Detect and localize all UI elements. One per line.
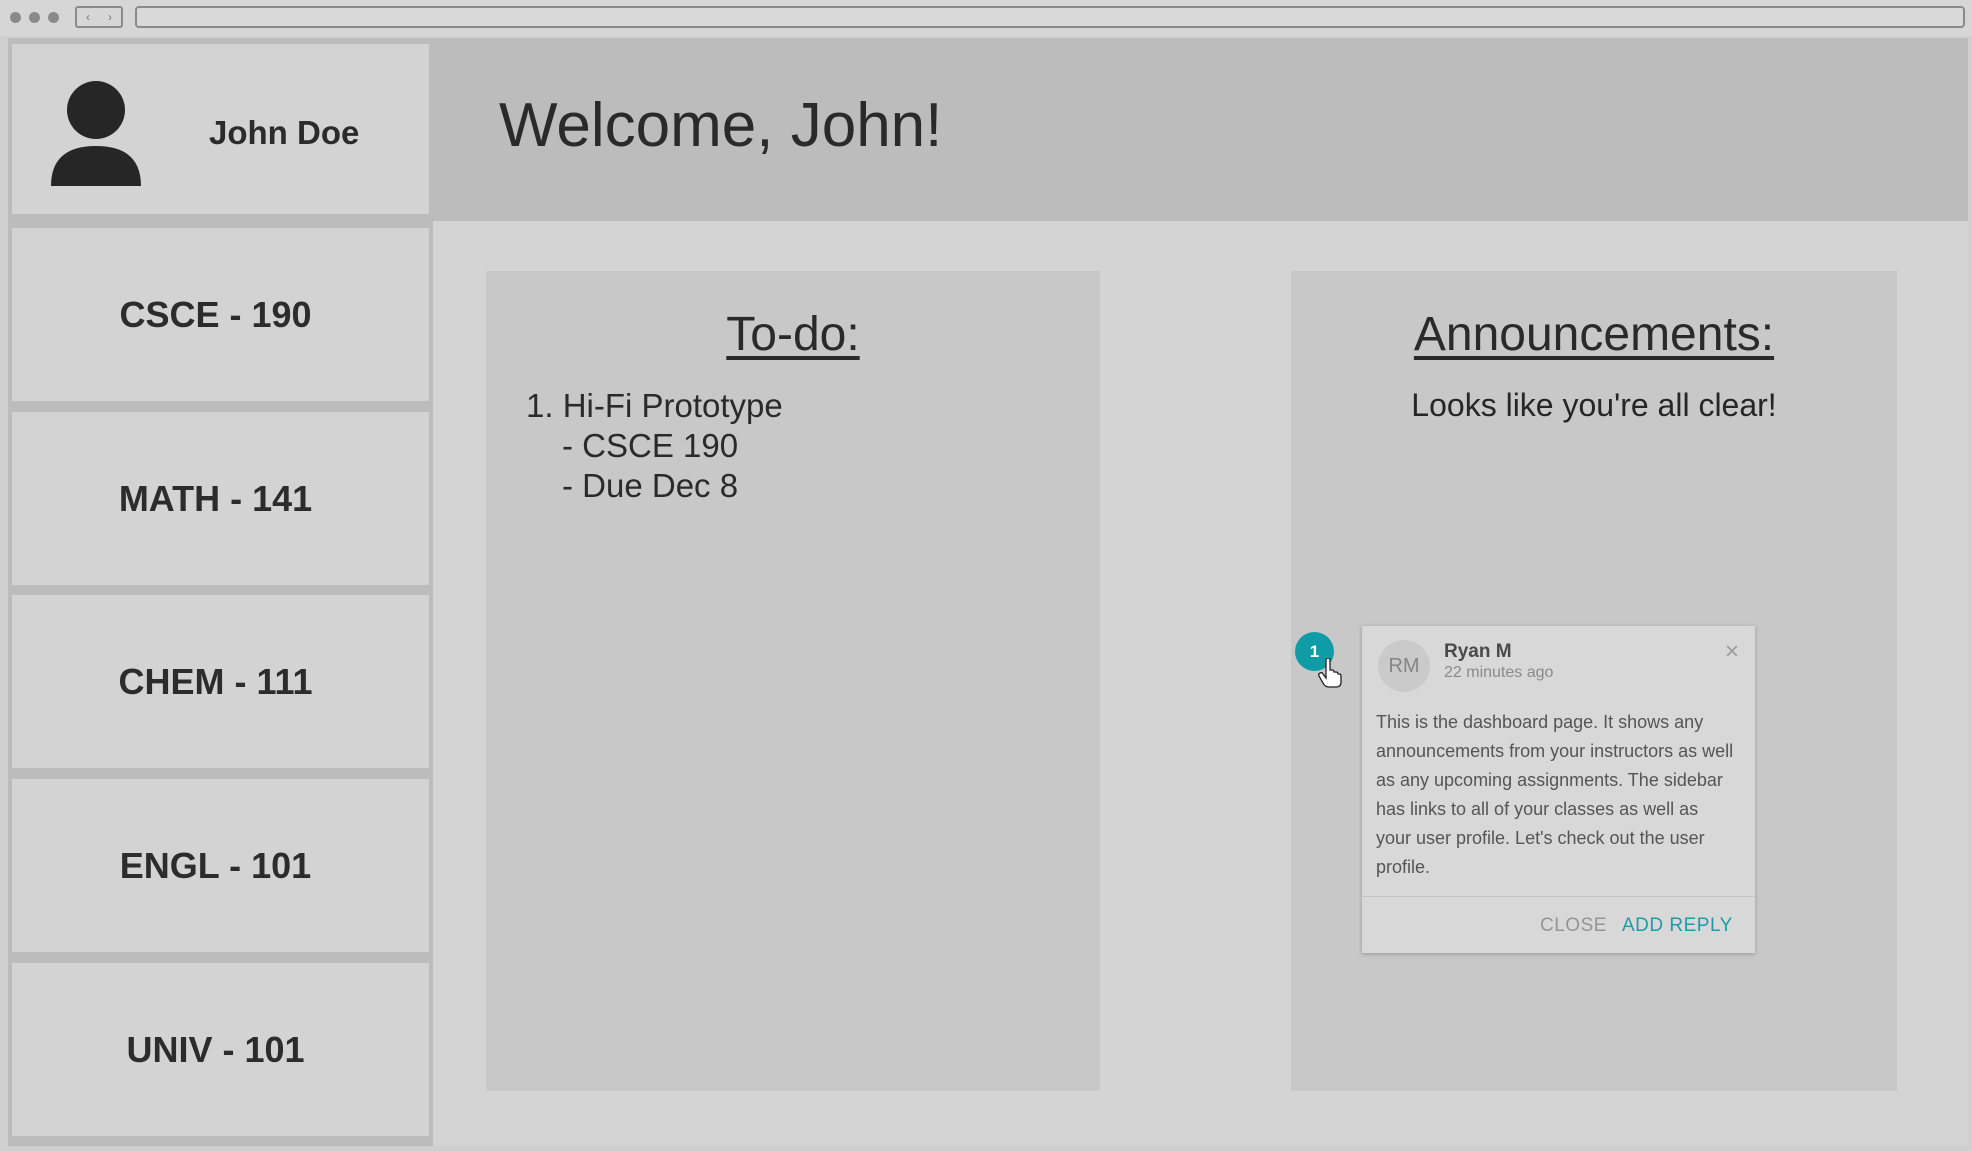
close-icon[interactable]: × (1725, 638, 1739, 666)
browser-window: ‹ › John Doe CSCE - 190 MATH - 141 CHEM … (0, 0, 1972, 1151)
todo-panel: To-do: 1. Hi-Fi Prototype - CSCE 190 - D… (486, 271, 1100, 1091)
comment-timestamp: 22 minutes ago (1444, 664, 1554, 681)
comment-divider (1362, 896, 1755, 897)
window-minimize-dot[interactable] (29, 12, 40, 23)
comment-author: Ryan M (1444, 641, 1512, 662)
back-icon[interactable]: ‹ (86, 10, 90, 24)
page-title: Welcome, John! (499, 91, 943, 160)
todo-item[interactable]: 1. Hi-Fi Prototype (526, 386, 783, 426)
comment-text: This is the dashboard page. It shows any… (1376, 712, 1734, 877)
page-header: Welcome, John! (433, 38, 1968, 221)
sidebar-item-univ-101[interactable]: UNIV - 101 (12, 963, 429, 1136)
user-silhouette-icon (51, 81, 141, 186)
address-bar[interactable] (135, 6, 1965, 28)
app-frame: John Doe CSCE - 190 MATH - 141 CHEM - 11… (8, 38, 1968, 1146)
pointer-cursor-icon (1318, 658, 1342, 688)
browser-toolbar: ‹ › (0, 0, 1972, 36)
announcements-empty-message: Looks like you're all clear! (1411, 387, 1777, 423)
add-reply-button[interactable]: ADD REPLY (1622, 915, 1733, 937)
profile-name: John Doe (209, 114, 360, 151)
forward-icon[interactable]: › (108, 10, 112, 24)
todo-item-course: - CSCE 190 (562, 427, 739, 464)
window-maximize-dot[interactable] (48, 12, 59, 23)
todo-list: 1. Hi-Fi Prototype - CSCE 190 - Due Dec … (526, 386, 783, 506)
sidebar-item-engl-101[interactable]: ENGL - 101 (12, 779, 429, 952)
sidebar-item-chem-111[interactable]: CHEM - 111 (12, 595, 429, 768)
announcements-title: Announcements: (1413, 308, 1775, 361)
close-button[interactable]: CLOSE (1540, 915, 1607, 937)
sidebar-item-csce-190[interactable]: CSCE - 190 (12, 228, 429, 401)
commenter-avatar: RM (1378, 640, 1430, 692)
window-close-dot[interactable] (10, 12, 21, 23)
sidebar-item-math-141[interactable]: MATH - 141 (12, 412, 429, 585)
profile-link[interactable]: John Doe (12, 44, 429, 214)
nav-buttons: ‹ › (75, 6, 123, 28)
comment-card: RM Ryan M 22 minutes ago × This is the d… (1362, 626, 1755, 953)
sidebar: John Doe CSCE - 190 MATH - 141 CHEM - 11… (8, 38, 433, 1146)
todo-title: To-do: (726, 308, 860, 361)
todo-item-due: - Due Dec 8 (562, 467, 739, 504)
